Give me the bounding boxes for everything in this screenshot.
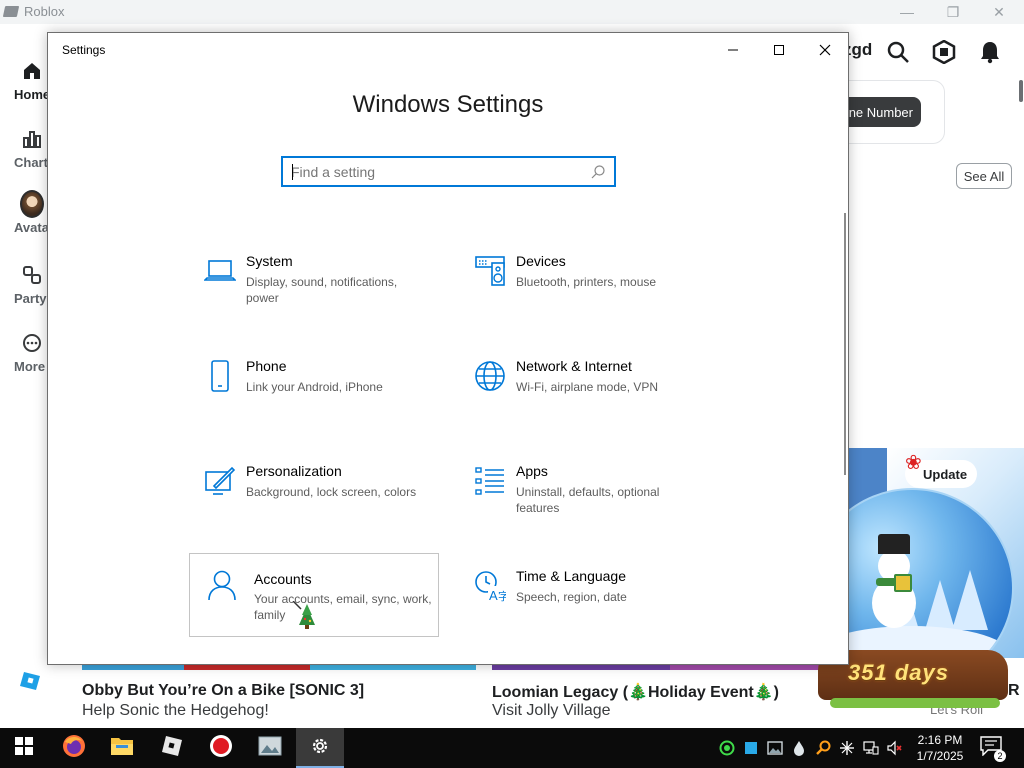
person-icon bbox=[204, 567, 240, 603]
notification-count-badge: 2 bbox=[994, 750, 1006, 762]
game-subtitle: Help Sonic the Hedgehog! bbox=[82, 702, 269, 719]
phone-icon bbox=[202, 358, 238, 394]
tile-accounts-name: Accounts bbox=[254, 571, 312, 587]
search-icon[interactable] bbox=[590, 164, 606, 180]
windows-logo-icon bbox=[15, 736, 33, 760]
tile-phone-name: Phone bbox=[246, 358, 287, 374]
settings-window-title: Settings bbox=[62, 43, 106, 57]
taskbar: 2:16 PM 1/7/2025 2 bbox=[0, 728, 1024, 768]
tray-app-green-icon[interactable] bbox=[719, 740, 735, 756]
clock-date: 1/7/2025 bbox=[916, 749, 964, 763]
tile-system-desc: Display, sound, notifications, power bbox=[246, 275, 398, 305]
settings-gear-icon bbox=[310, 736, 330, 761]
add-phone-number-button[interactable]: ne Number bbox=[845, 97, 921, 127]
home-icon bbox=[20, 59, 44, 83]
search-icon[interactable] bbox=[885, 39, 911, 65]
tile-system-name: System bbox=[246, 253, 293, 269]
tile-devices[interactable]: Devices Bluetooth, printers, mouse bbox=[460, 253, 710, 337]
tile-network-name: Network & Internet bbox=[516, 358, 632, 374]
settings-minimize-button[interactable] bbox=[710, 33, 756, 67]
tile-accounts-desc: Your accounts, email, sync, work, family bbox=[254, 592, 432, 622]
party-icon bbox=[20, 263, 44, 287]
tile-devices-name: Devices bbox=[516, 253, 566, 269]
game-title[interactable]: Loomian Legacy (🎄Holiday Event🎄) bbox=[492, 682, 779, 702]
taskbar-settings[interactable] bbox=[296, 728, 344, 768]
laptop-icon bbox=[202, 253, 238, 289]
roblox-restore-button[interactable]: ❐ bbox=[930, 0, 976, 24]
tile-apps-name: Apps bbox=[516, 463, 548, 479]
tile-network-internet[interactable]: Network & Internet Wi-Fi, airplane mode,… bbox=[460, 358, 710, 442]
taskbar-recorder[interactable] bbox=[197, 728, 245, 768]
firefox-icon bbox=[62, 734, 86, 763]
tile-time-language-desc: Speech, region, date bbox=[516, 590, 627, 604]
tile-time-language[interactable]: A字 Time & Language Speech, region, date bbox=[460, 568, 710, 652]
taskbar-roblox[interactable] bbox=[148, 728, 196, 768]
settings-close-button[interactable] bbox=[802, 33, 848, 67]
svg-text:A: A bbox=[489, 588, 498, 602]
page-title: Windows Settings bbox=[352, 91, 544, 118]
tray-sparkle-icon[interactable] bbox=[839, 740, 855, 756]
tile-time-language-name: Time & Language bbox=[516, 568, 626, 584]
see-all-button[interactable]: See All bbox=[956, 163, 1012, 189]
text-caret bbox=[292, 164, 293, 180]
tile-personalization-desc: Background, lock screen, colors bbox=[246, 485, 417, 499]
tile-devices-desc: Bluetooth, printers, mouse bbox=[516, 275, 657, 289]
tile-personalization[interactable]: Personalization Background, lock screen,… bbox=[190, 463, 440, 547]
settings-titlebar[interactable]: Settings bbox=[48, 33, 848, 67]
tray-drop-icon[interactable] bbox=[791, 740, 807, 756]
roblox-minimize-button[interactable]: — bbox=[884, 0, 930, 24]
roblox-titlebar: Roblox — ❐ ✕ bbox=[0, 0, 1024, 24]
tile-personalization-name: Personalization bbox=[246, 463, 342, 479]
taskbar-file-explorer[interactable] bbox=[98, 728, 146, 768]
apps-list-icon bbox=[472, 463, 508, 499]
volume-muted-icon[interactable] bbox=[887, 740, 903, 756]
start-button[interactable] bbox=[0, 728, 48, 768]
tray-search-orange-icon[interactable] bbox=[815, 740, 831, 756]
snow-globe-grass bbox=[830, 698, 1000, 708]
tile-phone[interactable]: Phone Link your Android, iPhone bbox=[190, 358, 440, 442]
roblox-logo-icon bbox=[2, 6, 20, 17]
roblox-close-button[interactable]: ✕ bbox=[976, 0, 1022, 24]
time-language-icon: A字 bbox=[472, 568, 508, 604]
svg-text:字: 字 bbox=[498, 589, 506, 602]
tile-phone-desc: Link your Android, iPhone bbox=[246, 380, 383, 394]
candy-cane-icon: ❀ bbox=[905, 452, 922, 474]
network-icon[interactable] bbox=[863, 740, 879, 756]
photos-icon bbox=[258, 736, 282, 761]
christmas-tree-cursor-icon bbox=[292, 600, 315, 629]
tray-app-blue-icon[interactable] bbox=[743, 740, 759, 756]
settings-window: Settings Windows Settings System Display… bbox=[47, 32, 849, 665]
notifications-bell-icon[interactable] bbox=[977, 39, 1003, 65]
roblox-window-title: Roblox bbox=[24, 4, 65, 19]
find-setting-search-box[interactable] bbox=[281, 156, 616, 187]
record-icon bbox=[209, 734, 233, 763]
globe-icon bbox=[472, 358, 508, 394]
tile-network-desc: Wi-Fi, airplane mode, VPN bbox=[516, 380, 659, 394]
roblox-scrollbar[interactable] bbox=[1019, 80, 1023, 102]
clock-time: 2:16 PM bbox=[917, 733, 963, 747]
days-counter: 351 days bbox=[848, 660, 949, 685]
tile-apps-desc: Uninstall, defaults, optional features bbox=[516, 485, 660, 515]
settings-scrollbar[interactable] bbox=[844, 213, 846, 475]
more-icon bbox=[20, 331, 44, 355]
paintbrush-icon bbox=[202, 463, 238, 499]
game-title[interactable]: Obby But You’re On a Bike [SONIC 3] bbox=[82, 682, 364, 700]
clock[interactable]: 2:16 PM 1/7/2025 bbox=[914, 732, 966, 764]
avatar-icon bbox=[20, 190, 44, 218]
roblox-icon bbox=[161, 735, 183, 762]
robux-icon[interactable] bbox=[931, 39, 957, 65]
settings-maximize-button[interactable] bbox=[756, 33, 802, 67]
charts-icon bbox=[20, 127, 44, 151]
devices-icon bbox=[472, 253, 508, 289]
game-subtitle: Visit Jolly Village bbox=[492, 702, 611, 719]
file-explorer-icon bbox=[110, 736, 134, 761]
taskbar-photos[interactable] bbox=[246, 728, 294, 768]
search-input[interactable] bbox=[283, 158, 573, 185]
tile-apps[interactable]: Apps Uninstall, defaults, optional featu… bbox=[460, 463, 710, 547]
tray-app-image-icon[interactable] bbox=[767, 740, 783, 756]
taskbar-firefox[interactable] bbox=[50, 728, 98, 768]
tile-system[interactable]: System Display, sound, notifications, po… bbox=[190, 253, 440, 337]
roblox-studio-logo-icon bbox=[20, 670, 42, 692]
